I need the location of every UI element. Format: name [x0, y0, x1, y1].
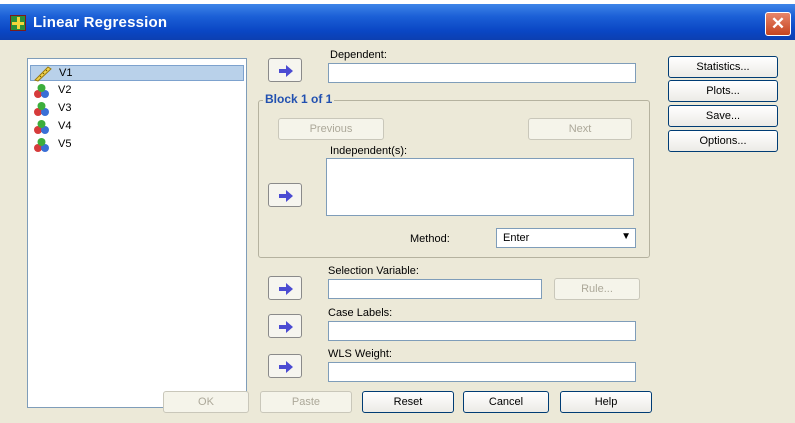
statistics-button[interactable]: Statistics... — [668, 56, 778, 78]
rule-button[interactable]: Rule... — [554, 278, 640, 300]
independent-label: Independent(s): — [330, 145, 408, 157]
independent-list[interactable] — [326, 158, 634, 216]
nominal-variable-icon — [34, 84, 49, 98]
variable-item-v4[interactable]: V4 — [30, 119, 244, 135]
plots-button[interactable]: Plots... — [668, 80, 778, 102]
options-button[interactable]: Options... — [668, 130, 778, 152]
selection-variable-field[interactable] — [328, 279, 542, 299]
linear-regression-dialog: Linear Regression ✕ V1 V2 V3 V4 V5 Depen… — [0, 0, 795, 423]
right-arrow-icon — [279, 321, 293, 333]
right-arrow-icon — [279, 361, 293, 373]
titlebar[interactable]: Linear Regression ✕ — [0, 4, 795, 40]
method-value: Enter — [503, 232, 530, 244]
nominal-variable-icon — [34, 120, 49, 134]
previous-button[interactable]: Previous — [278, 118, 384, 140]
paste-button[interactable]: Paste — [260, 391, 352, 413]
save-button[interactable]: Save... — [668, 105, 778, 127]
nominal-variable-icon — [34, 102, 49, 116]
variable-label: V2 — [58, 84, 72, 96]
spss-app-icon — [10, 15, 26, 31]
variable-label: V4 — [58, 120, 72, 132]
move-to-case-labels-button[interactable] — [268, 314, 302, 338]
variable-label: V5 — [58, 138, 72, 150]
right-arrow-icon — [279, 283, 293, 295]
help-button[interactable]: Help — [560, 391, 652, 413]
move-to-wls-weight-button[interactable] — [268, 354, 302, 378]
method-select[interactable]: Enter ▼ — [496, 228, 636, 248]
variable-item-v2[interactable]: V2 — [30, 83, 244, 99]
right-arrow-icon — [279, 65, 293, 77]
ok-button[interactable]: OK — [163, 391, 249, 413]
block-title: Block 1 of 1 — [263, 92, 335, 106]
variable-item-v1[interactable]: V1 — [30, 65, 244, 82]
wls-weight-field[interactable] — [328, 362, 636, 382]
cancel-button[interactable]: Cancel — [463, 391, 549, 413]
case-labels-label: Case Labels: — [328, 307, 393, 319]
scale-ruler-icon — [34, 66, 52, 82]
variable-item-v5[interactable]: V5 — [30, 137, 244, 153]
method-label: Method: — [410, 233, 450, 245]
variable-label: V3 — [58, 102, 72, 114]
close-button[interactable]: ✕ — [765, 12, 791, 36]
window-title: Linear Regression — [33, 14, 168, 31]
variable-item-v3[interactable]: V3 — [30, 101, 244, 117]
selection-variable-label: Selection Variable: — [328, 265, 419, 277]
dependent-label: Dependent: — [330, 49, 387, 61]
variable-list[interactable]: V1 V2 V3 V4 V5 — [27, 58, 247, 408]
dependent-field[interactable] — [328, 63, 636, 83]
wls-weight-label: WLS Weight: — [328, 348, 392, 360]
reset-button[interactable]: Reset — [362, 391, 454, 413]
move-to-independent-button[interactable] — [268, 183, 302, 207]
dropdown-arrow-icon[interactable]: ▼ — [621, 231, 631, 242]
case-labels-field[interactable] — [328, 321, 636, 341]
move-to-selection-variable-button[interactable] — [268, 276, 302, 300]
nominal-variable-icon — [34, 138, 49, 152]
next-button[interactable]: Next — [528, 118, 632, 140]
right-arrow-icon — [279, 190, 293, 202]
move-to-dependent-button[interactable] — [268, 58, 302, 82]
variable-label: V1 — [59, 67, 73, 79]
